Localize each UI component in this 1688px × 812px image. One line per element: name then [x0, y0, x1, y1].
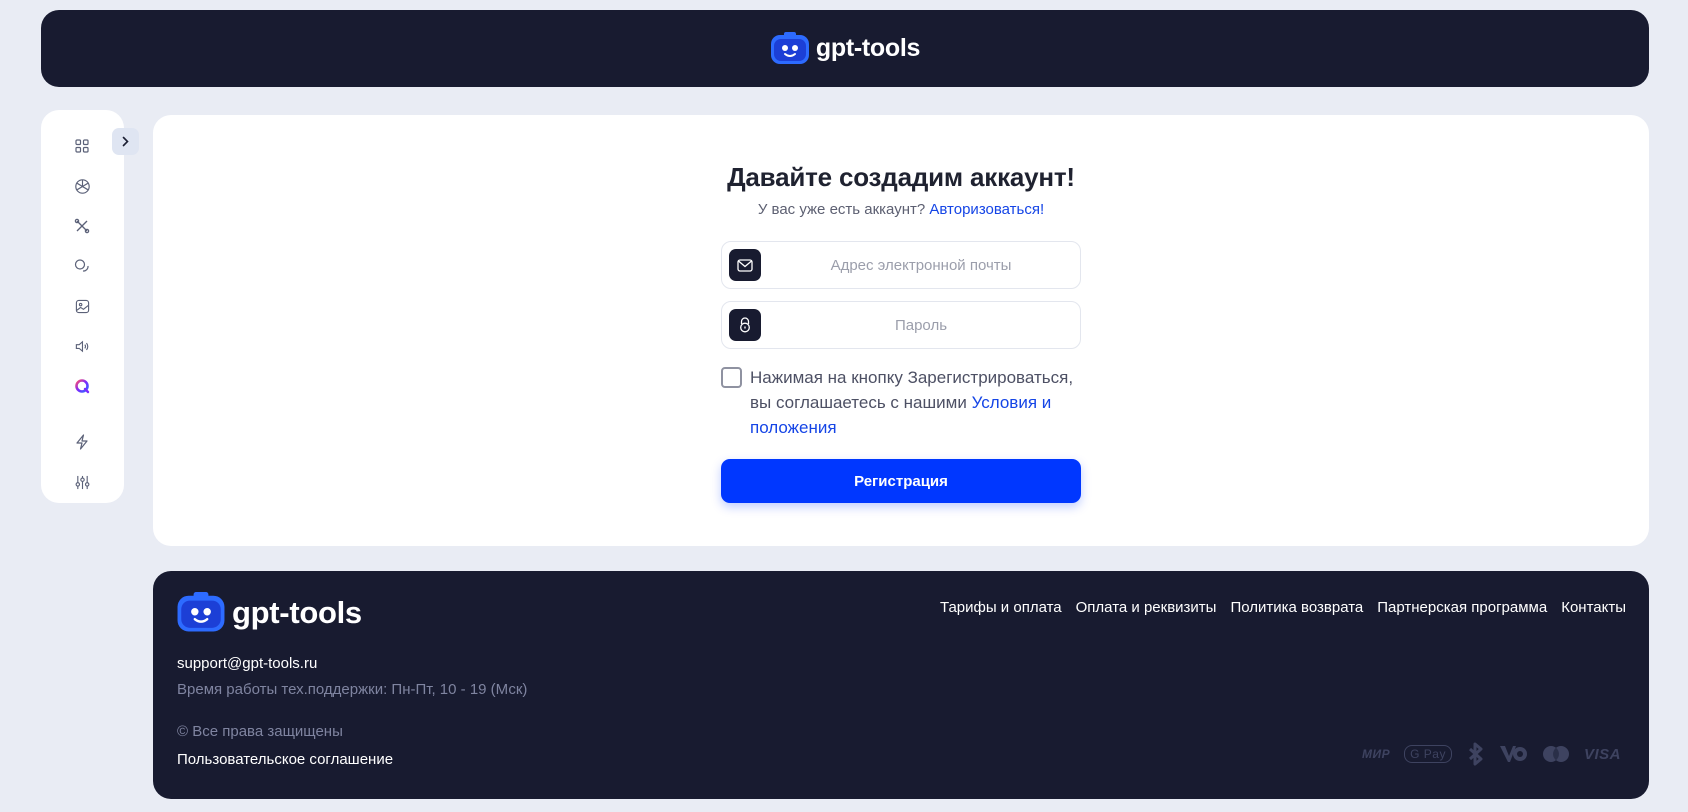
- footer: gpt-tools Тарифы и оплата Оплата и рекви…: [153, 571, 1649, 799]
- mir-logo: МИР: [1361, 747, 1391, 761]
- chat-bubbles-icon: [74, 259, 89, 272]
- consent-text: Нажимая на кнопку Зарегистрироваться, вы…: [750, 365, 1081, 440]
- google-pay-logo: G Pay: [1404, 745, 1452, 763]
- support-email-link[interactable]: support@gpt-tools.ru: [177, 655, 317, 672]
- support-hours: Время работы тех.поддержки: Пн-Пт, 10 - …: [177, 681, 528, 698]
- sidebar: [41, 110, 124, 503]
- password-input[interactable]: [722, 302, 1080, 348]
- sidebar-item-images[interactable]: [68, 292, 96, 320]
- signup-form: Давайте создадим аккаунт! У вас уже есть…: [721, 162, 1081, 503]
- sidebar-item-upgrade[interactable]: [68, 428, 96, 456]
- signup-card: Давайте создадим аккаунт! У вас уже есть…: [153, 115, 1649, 546]
- page-title: Давайте создадим аккаунт!: [727, 162, 1075, 192]
- sidebar-item-chats[interactable]: [68, 252, 96, 280]
- visa-logo: VISA: [1583, 745, 1621, 763]
- header-logo[interactable]: gpt-tools: [770, 31, 921, 66]
- sidebar-item-settings[interactable]: [68, 468, 96, 496]
- audio-icon: [75, 340, 89, 352]
- payment-methods: МИР G Pay VISA: [1362, 742, 1621, 766]
- chevron-right-icon: [122, 136, 129, 147]
- lock-icon: [729, 309, 761, 341]
- login-link[interactable]: Авторизоваться!: [929, 201, 1044, 218]
- footer-link-partner-program[interactable]: Партнерская программа: [1377, 599, 1547, 616]
- footer-logo[interactable]: gpt-tools: [176, 592, 362, 634]
- terms-consent: Нажимая на кнопку Зарегистрироваться, вы…: [721, 365, 1081, 440]
- openai-icon: [74, 178, 90, 194]
- sidebar-item-audio[interactable]: [68, 332, 96, 360]
- lightning-icon: [76, 434, 88, 450]
- footer-link-pricing[interactable]: Тарифы и оплата: [940, 599, 1062, 616]
- mail-icon: [729, 249, 761, 281]
- image-icon: [75, 299, 89, 313]
- sidebar-item-chatgpt[interactable]: [68, 172, 96, 200]
- copyright: © Все права защищены: [177, 723, 343, 740]
- sidebar-item-brand-q[interactable]: [68, 372, 96, 400]
- footer-link-refund-policy[interactable]: Политика возврата: [1230, 599, 1363, 616]
- tools-icon: [74, 218, 90, 234]
- email-field: [721, 241, 1081, 289]
- register-button[interactable]: Регистрация: [721, 459, 1081, 503]
- footer-link-contacts[interactable]: Контакты: [1561, 599, 1626, 616]
- password-field: [721, 301, 1081, 349]
- mastercard-icon: [1542, 746, 1569, 762]
- brand-q-icon: [75, 379, 90, 394]
- header-brand-name: gpt-tools: [815, 34, 921, 62]
- settings-sliders-icon: [75, 475, 89, 489]
- sidebar-expand-button[interactable]: [112, 128, 139, 155]
- terms-checkbox[interactable]: [721, 367, 742, 388]
- login-prompt-text: У вас уже есть аккаунт?: [757, 201, 926, 218]
- user-agreement-link[interactable]: Пользовательское соглашение: [177, 751, 393, 768]
- yoomoney-icon: [1499, 746, 1527, 762]
- login-prompt: У вас уже есть аккаунт? Авторизоваться!: [721, 201, 1081, 218]
- footer-link-payment-details[interactable]: Оплата и реквизиты: [1076, 599, 1217, 616]
- robot-logo-icon: [770, 31, 809, 64]
- sidebar-item-tools[interactable]: [68, 212, 96, 240]
- apps-grid-icon: [75, 139, 89, 153]
- email-input[interactable]: [722, 242, 1080, 288]
- bluetooth-pay-icon: [1468, 742, 1483, 766]
- sidebar-item-apps[interactable]: [68, 132, 96, 160]
- top-header: gpt-tools: [41, 10, 1649, 87]
- footer-brand-name: gpt-tools: [232, 595, 362, 630]
- footer-nav: Тарифы и оплата Оплата и реквизиты Полит…: [940, 599, 1626, 616]
- robot-logo-icon: [177, 592, 225, 632]
